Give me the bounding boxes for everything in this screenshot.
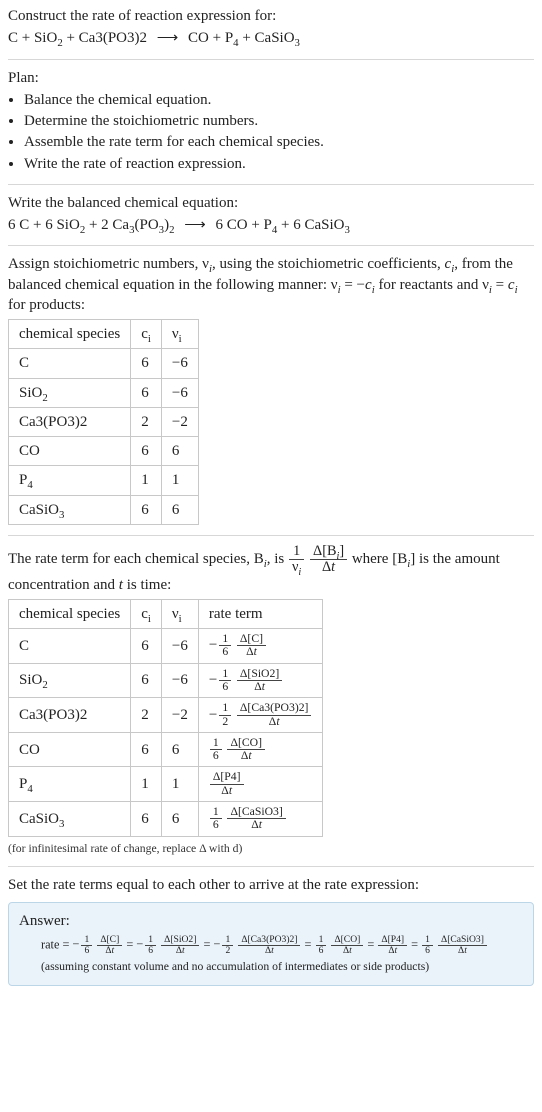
balanced-block: Write the balanced chemical equation: 6 … — [8, 193, 534, 236]
col-species: chemical species — [9, 599, 131, 628]
cell-ci: 6 — [131, 349, 162, 378]
plan-item: Balance the chemical equation. — [24, 90, 534, 110]
assumption-note: (assuming constant volume and no accumul… — [19, 959, 523, 975]
cell-vi: 6 — [161, 495, 198, 524]
cell-vi: −6 — [161, 629, 198, 664]
unbalanced-equation: C + SiO2 + Ca3(PO3)2 ⟶ CO + P4 + CaSiO3 — [8, 28, 534, 48]
col-vi: νi — [161, 320, 198, 349]
cell-species: CO — [9, 732, 131, 767]
cell-vi: 6 — [161, 801, 198, 836]
final-block: Set the rate terms equal to each other t… — [8, 875, 534, 985]
table-row: CaSiO366 — [9, 495, 199, 524]
table-row: CO66 — [9, 437, 199, 466]
cell-species: Ca3(PO3)2 — [9, 407, 131, 436]
cell-vi: 6 — [161, 437, 198, 466]
rate-table: chemical species ci νi rate term C6−6−16… — [8, 599, 323, 837]
table-row: C6−6−16 Δ[C]Δt — [9, 629, 323, 664]
cell-rate: 16 Δ[CO]Δt — [198, 732, 323, 767]
cell-ci: 6 — [131, 732, 162, 767]
divider — [8, 59, 534, 60]
cell-species: P4 — [9, 466, 131, 495]
table-row: Ca3(PO3)22−2−12 Δ[Ca3(PO3)2]Δt — [9, 698, 323, 733]
table-row: SiO26−6 — [9, 378, 199, 407]
stoich-intro: Assign stoichiometric numbers, νi, using… — [8, 254, 534, 315]
col-rate: rate term — [198, 599, 323, 628]
cell-ci: 6 — [131, 495, 162, 524]
table-row: SiO26−6−16 Δ[SiO2]Δt — [9, 663, 323, 698]
cell-species: SiO2 — [9, 378, 131, 407]
answer-box: Answer: rate = −16 Δ[C]Δt = −16 Δ[SiO2]Δ… — [8, 902, 534, 986]
cell-vi: 1 — [161, 767, 198, 802]
cell-ci: 6 — [131, 663, 162, 698]
divider — [8, 535, 534, 536]
stoich-block: Assign stoichiometric numbers, νi, using… — [8, 254, 534, 525]
cell-vi: 6 — [161, 732, 198, 767]
cell-ci: 6 — [131, 801, 162, 836]
cell-rate: 16 Δ[CaSiO3]Δt — [198, 801, 323, 836]
cell-rate: −16 Δ[C]Δt — [198, 629, 323, 664]
balanced-title: Write the balanced chemical equation: — [8, 193, 534, 213]
rate-intro: The rate term for each chemical species,… — [8, 544, 534, 595]
col-species: chemical species — [9, 320, 131, 349]
stoich-table: chemical species ci νi C6−6SiO26−6Ca3(PO… — [8, 319, 199, 525]
cell-ci: 2 — [131, 407, 162, 436]
rate-tbody: C6−6−16 Δ[C]ΔtSiO26−6−16 Δ[SiO2]ΔtCa3(PO… — [9, 629, 323, 836]
cell-species: P4 — [9, 767, 131, 802]
answer-label: Answer: — [19, 911, 523, 931]
cell-ci: 6 — [131, 378, 162, 407]
cell-ci: 1 — [131, 767, 162, 802]
cell-ci: 6 — [131, 437, 162, 466]
table-row: P411Δ[P4]Δt — [9, 767, 323, 802]
page: Construct the rate of reaction expressio… — [0, 0, 542, 1004]
intro-title: Construct the rate of reaction expressio… — [8, 6, 534, 26]
cell-ci: 6 — [131, 629, 162, 664]
table-header-row: chemical species ci νi rate term — [9, 599, 323, 628]
cell-rate: Δ[P4]Δt — [198, 767, 323, 802]
balanced-equation: 6 C + 6 SiO2 + 2 Ca3(PO3)2 ⟶ 6 CO + P4 +… — [8, 215, 534, 235]
col-ci: ci — [131, 320, 162, 349]
plan-list: Balance the chemical equation. Determine… — [8, 90, 534, 174]
cell-ci: 1 — [131, 466, 162, 495]
cell-ci: 2 — [131, 698, 162, 733]
cell-species: CO — [9, 437, 131, 466]
table-row: CaSiO36616 Δ[CaSiO3]Δt — [9, 801, 323, 836]
final-intro: Set the rate terms equal to each other t… — [8, 875, 534, 895]
table-row: Ca3(PO3)22−2 — [9, 407, 199, 436]
cell-species: CaSiO3 — [9, 495, 131, 524]
divider — [8, 866, 534, 867]
divider — [8, 245, 534, 246]
plan-item: Determine the stoichiometric numbers. — [24, 111, 534, 131]
stoich-tbody: C6−6SiO26−6Ca3(PO3)22−2CO66P411CaSiO366 — [9, 349, 199, 525]
table-row: C6−6 — [9, 349, 199, 378]
table-header-row: chemical species ci νi — [9, 320, 199, 349]
cell-species: C — [9, 349, 131, 378]
cell-species: Ca3(PO3)2 — [9, 698, 131, 733]
col-vi: νi — [161, 599, 198, 628]
rate-expression: rate = −16 Δ[C]Δt = −16 Δ[SiO2]Δt = −12 … — [19, 935, 523, 956]
cell-species: SiO2 — [9, 663, 131, 698]
table-row: P411 — [9, 466, 199, 495]
cell-vi: −6 — [161, 378, 198, 407]
table-row: CO6616 Δ[CO]Δt — [9, 732, 323, 767]
cell-rate: −16 Δ[SiO2]Δt — [198, 663, 323, 698]
cell-vi: −2 — [161, 698, 198, 733]
cell-vi: −6 — [161, 663, 198, 698]
divider — [8, 184, 534, 185]
cell-species: C — [9, 629, 131, 664]
col-ci: ci — [131, 599, 162, 628]
intro-block: Construct the rate of reaction expressio… — [8, 6, 534, 49]
cell-vi: −6 — [161, 349, 198, 378]
cell-vi: −2 — [161, 407, 198, 436]
cell-species: CaSiO3 — [9, 801, 131, 836]
plan-block: Plan: Balance the chemical equation. Det… — [8, 68, 534, 174]
rate-note: (for infinitesimal rate of change, repla… — [8, 841, 534, 857]
cell-vi: 1 — [161, 466, 198, 495]
plan-item: Write the rate of reaction expression. — [24, 154, 534, 174]
plan-label: Plan: — [8, 68, 534, 88]
plan-item: Assemble the rate term for each chemical… — [24, 132, 534, 152]
cell-rate: −12 Δ[Ca3(PO3)2]Δt — [198, 698, 323, 733]
